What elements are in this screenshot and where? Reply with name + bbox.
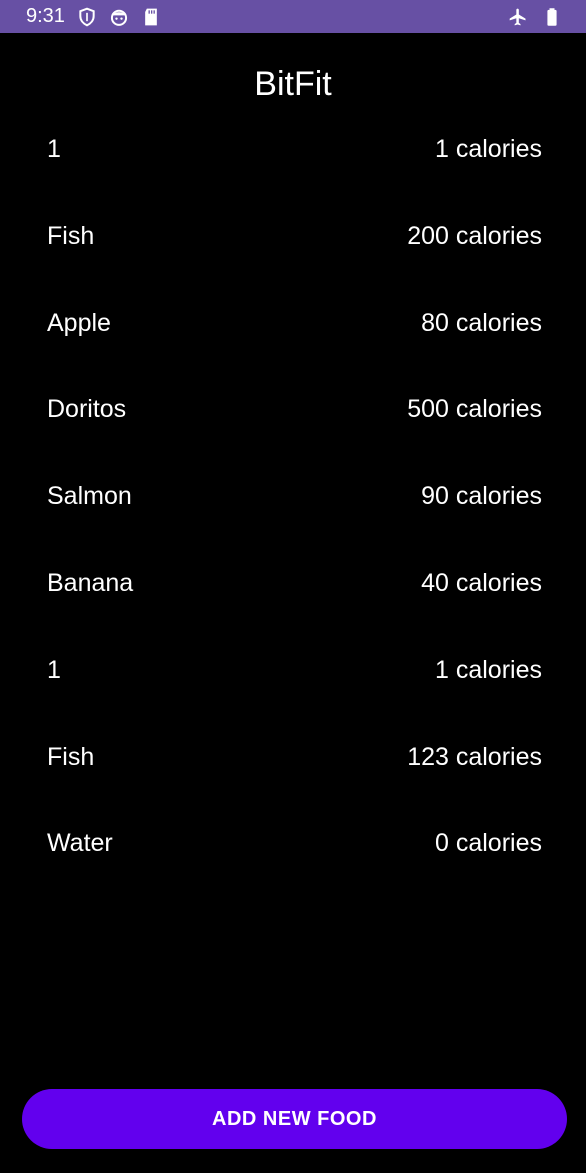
food-calories: 90 calories: [421, 482, 542, 511]
food-list: 1 1 calories Fish 200 calories Apple 80 calor…: [47, 128, 542, 909]
food-name: Fish: [47, 742, 95, 771]
food-calories: 200 calories: [407, 221, 542, 250]
food-name: Salmon: [47, 482, 132, 511]
food-calories: 123 calories: [407, 742, 542, 771]
face-icon: [109, 7, 129, 27]
food-row[interactable]: Fish 200 calories: [47, 215, 542, 302]
app-title: BitFit: [254, 65, 332, 103]
food-name: Doritos: [47, 395, 127, 424]
food-name: Apple: [47, 308, 111, 337]
status-right: [508, 7, 562, 27]
food-calories: 40 calories: [421, 568, 542, 597]
food-row[interactable]: Salmon 90 calories: [47, 475, 542, 562]
food-row[interactable]: 1 1 calories: [47, 649, 542, 736]
shield-icon: [77, 7, 97, 27]
food-name: Banana: [47, 568, 134, 597]
food-row[interactable]: 1 1 calories: [47, 128, 542, 215]
food-name: 1: [47, 655, 61, 684]
food-calories: 1 calories: [435, 135, 542, 163]
food-row[interactable]: Apple 80 calories: [47, 302, 542, 389]
food-row[interactable]: Banana 40 calories: [47, 562, 542, 649]
food-calories: 1 calories: [435, 655, 542, 684]
food-name: Fish: [47, 221, 95, 250]
food-name: Water: [47, 829, 113, 858]
food-row[interactable]: Doritos 500 calories: [47, 388, 542, 475]
food-name: 1: [47, 135, 61, 163]
status-time: 9:31: [26, 5, 65, 27]
food-row[interactable]: Water 0 calories: [47, 822, 542, 909]
food-calories: 0 calories: [435, 829, 542, 858]
battery-icon: [542, 7, 562, 27]
status-bar: 9:31: [0, 0, 586, 33]
food-row[interactable]: Fish 123 calories: [47, 736, 542, 823]
airplane-icon: [508, 7, 528, 27]
add-new-food-button[interactable]: ADD NEW FOOD: [22, 1089, 567, 1149]
food-calories: 80 calories: [421, 308, 542, 337]
sd-card-icon: [141, 7, 161, 27]
status-left: 9:31: [26, 5, 161, 28]
food-calories: 500 calories: [407, 395, 542, 424]
